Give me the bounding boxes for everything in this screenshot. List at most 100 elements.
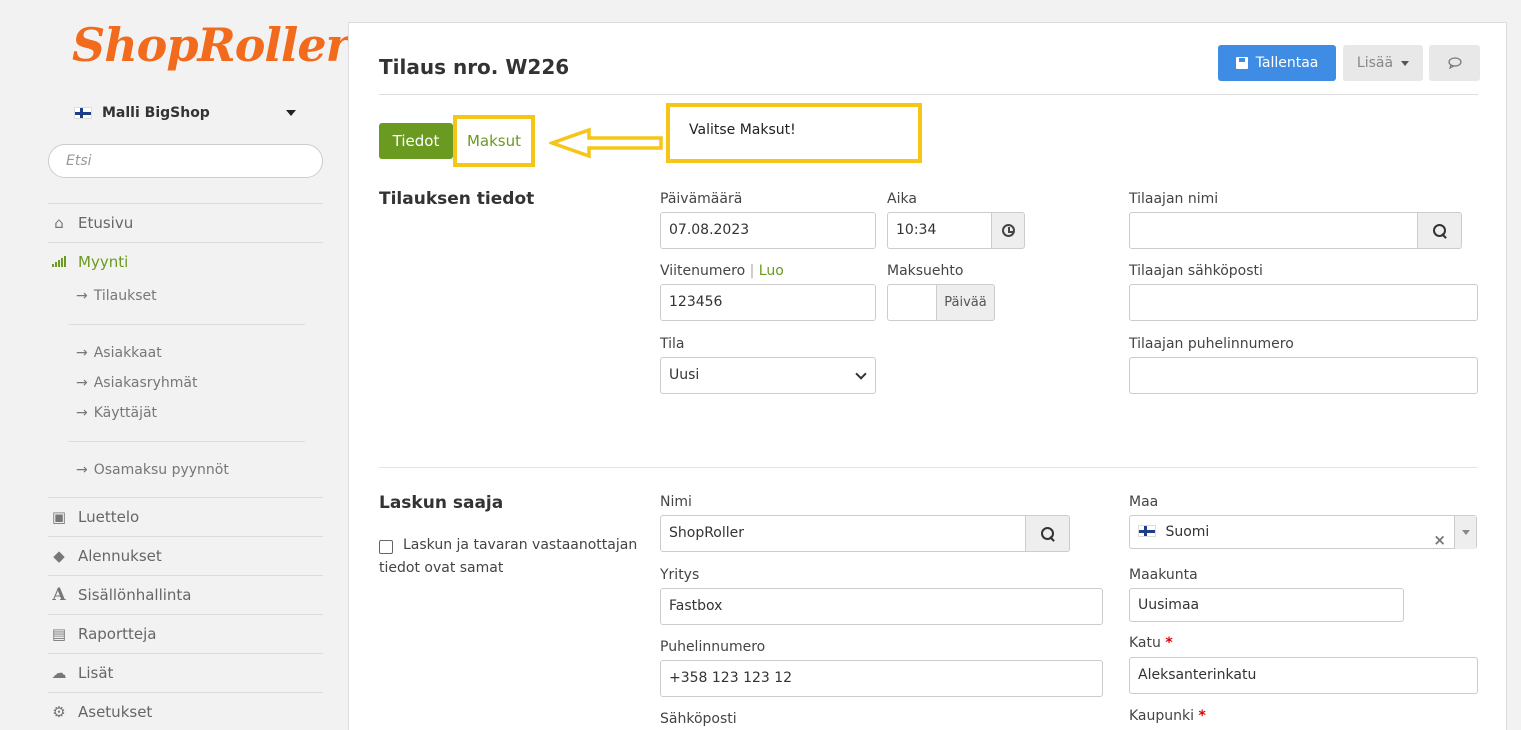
customer-search-button[interactable] — [1417, 212, 1462, 249]
font-icon: A — [52, 585, 66, 605]
customer-phone-input[interactable] — [1129, 357, 1478, 394]
comment-button[interactable] — [1429, 45, 1480, 81]
annotation-arrow-icon — [549, 127, 663, 159]
nav-divider — [68, 441, 305, 442]
sidebar-item-label: Asetukset — [78, 703, 153, 721]
save-button[interactable]: Tallentaa — [1218, 45, 1336, 81]
shop-selector-label: Malli BigShop — [102, 105, 210, 121]
more-button-label: Lisää — [1356, 55, 1394, 71]
street-label-text: Katu — [1129, 635, 1161, 651]
sidebar-subitem-label: Osamaksu pyynnöt — [93, 462, 229, 478]
sidebar-item-luettelo[interactable]: ▣ Luettelo — [48, 498, 323, 536]
sidebar-subitem-kayttajat[interactable]: → Käyttäjät — [48, 398, 323, 428]
sidebar-subitem-asiakasryhmat[interactable]: → Asiakasryhmät — [48, 368, 323, 398]
clear-icon[interactable]: × — [1433, 524, 1446, 556]
sidebar-item-raportteja[interactable]: ▤ Raportteja — [48, 615, 323, 653]
signal-bars-icon — [50, 253, 68, 271]
dropdown-toggle-icon[interactable] — [1454, 516, 1476, 549]
required-mark: * — [1198, 708, 1206, 724]
status-label: Tila — [660, 336, 685, 352]
sidebar-item-label: Alennukset — [78, 547, 162, 565]
customer-email-input[interactable] — [1129, 284, 1478, 321]
generate-reference-link[interactable]: Luo — [759, 263, 784, 279]
sidebar-item-etusivu[interactable]: ⌂ Etusivu — [48, 204, 323, 242]
city-label-text: Kaupunki — [1129, 708, 1195, 724]
sidebar-item-sisallonhallinta[interactable]: A Sisällönhallinta — [48, 576, 323, 614]
sidebar-item-label: Raportteja — [78, 625, 157, 643]
home-icon: ⌂ — [54, 214, 64, 232]
region-input[interactable]: Uusimaa — [1129, 588, 1404, 622]
date-input[interactable]: 07.08.2023 — [660, 212, 876, 249]
country-select[interactable]: Suomi × — [1129, 515, 1477, 549]
sidebar-item-alennukset[interactable]: ◆ Alennukset — [48, 537, 323, 575]
shop-selector[interactable]: Malli BigShop — [74, 105, 296, 121]
clock-icon — [1001, 224, 1015, 237]
customer-email-label: Tilaajan sähköposti — [1129, 263, 1263, 279]
nav-divider — [68, 324, 305, 325]
sidebar-item-label: Lisät — [78, 664, 114, 682]
phone-input[interactable]: +358 123 123 12 — [660, 660, 1103, 697]
sidebar-subitem-tilaukset[interactable]: → Tilaukset — [48, 281, 323, 311]
arrow-right-icon: → — [76, 375, 88, 391]
floppy-disk-icon — [1235, 57, 1248, 69]
tab-tiedot[interactable]: Tiedot — [379, 123, 453, 159]
street-label: Katu * — [1129, 635, 1173, 651]
billing-name-input[interactable]: ShopRoller — [660, 515, 1027, 552]
time-label: Aika — [887, 191, 917, 207]
customer-name-label: Tilaajan nimi — [1129, 191, 1219, 207]
date-label: Päivämäärä — [660, 191, 743, 207]
caret-down-icon — [286, 110, 296, 116]
sidebar-nav: ⌂ Etusivu Myynti → Tilaukset → Asiakkaat… — [48, 203, 323, 730]
section-title-billing: Laskun saaja — [379, 493, 504, 513]
sidebar-subitem-label: Asiakkaat — [93, 345, 162, 361]
status-select[interactable]: Uusi — [660, 357, 876, 394]
company-input[interactable]: Fastbox — [660, 588, 1103, 625]
finland-flag-icon — [1138, 525, 1156, 537]
sidebar-item-label: Etusivu — [78, 214, 134, 232]
reference-number-input[interactable]: 123456 — [660, 284, 876, 321]
billing-name-label: Nimi — [660, 494, 692, 510]
finland-flag-icon — [74, 107, 92, 119]
search-icon — [1432, 223, 1447, 238]
sidebar-item-label: Luettelo — [78, 508, 140, 526]
reference-number-label-text: Viitenumero — [660, 263, 746, 279]
section-title-order-info: Tilauksen tiedot — [379, 189, 535, 209]
more-dropdown-button[interactable]: Lisää — [1343, 45, 1423, 81]
country-label: Maa — [1129, 494, 1159, 510]
sidebar-item-asetukset[interactable]: ⚙ Asetukset — [48, 693, 323, 730]
country-select-value: Suomi — [1165, 524, 1210, 540]
sidebar-item-label: Sisällönhallinta — [78, 586, 192, 604]
order-panel: Tilaus nro. W226 Tallentaa Lisää Tiedot … — [348, 22, 1507, 730]
sidebar-item-myynti[interactable]: Myynti — [48, 243, 323, 281]
city-label: Kaupunki * — [1129, 708, 1206, 724]
save-button-label: Tallentaa — [1255, 55, 1319, 71]
time-input[interactable]: 10:34 — [887, 212, 993, 249]
sidebar-item-lisat[interactable]: ☁ Lisät — [48, 654, 323, 692]
annotation-callout: Valitse Maksut! — [666, 103, 922, 163]
section-divider — [379, 467, 1478, 468]
same-address-checkbox-label: Laskun ja tavaran vastaanottajan tiedot … — [379, 537, 638, 576]
payment-terms-unit: Päivää — [936, 284, 995, 321]
header-divider — [379, 94, 1478, 95]
sidebar-subitem-asiakkaat[interactable]: → Asiakkaat — [48, 338, 323, 368]
payment-terms-label: Maksuehto — [887, 263, 964, 279]
arrow-right-icon: → — [76, 462, 88, 478]
page-title: Tilaus nro. W226 — [379, 55, 570, 79]
comment-icon — [1447, 57, 1462, 69]
customer-name-input[interactable] — [1129, 212, 1419, 249]
search-input[interactable]: Etsi — [48, 144, 323, 178]
sidebar: ShopRoller Malli BigShop Etsi ⌂ Etusivu … — [0, 0, 350, 730]
time-picker-button[interactable] — [991, 212, 1025, 249]
tags-icon: ◆ — [53, 547, 65, 565]
street-input[interactable]: Aleksanterinkatu — [1129, 657, 1478, 694]
sidebar-subitem-osamaksu[interactable]: → Osamaksu pyynnöt — [48, 455, 323, 485]
gear-icon: ⚙ — [52, 703, 66, 721]
reference-number-label: Viitenumero | Luo — [660, 263, 784, 279]
billing-name-search-button[interactable] — [1025, 515, 1070, 552]
sidebar-subitem-label: Asiakasryhmät — [93, 375, 198, 391]
payment-terms-input[interactable] — [887, 284, 938, 321]
tab-maksut[interactable]: Maksut — [453, 115, 535, 167]
sidebar-subitem-label: Käyttäjät — [93, 405, 158, 421]
shoproller-logo[interactable]: ShopRoller — [72, 18, 350, 72]
sidebar-item-label: Myynti — [78, 253, 129, 271]
